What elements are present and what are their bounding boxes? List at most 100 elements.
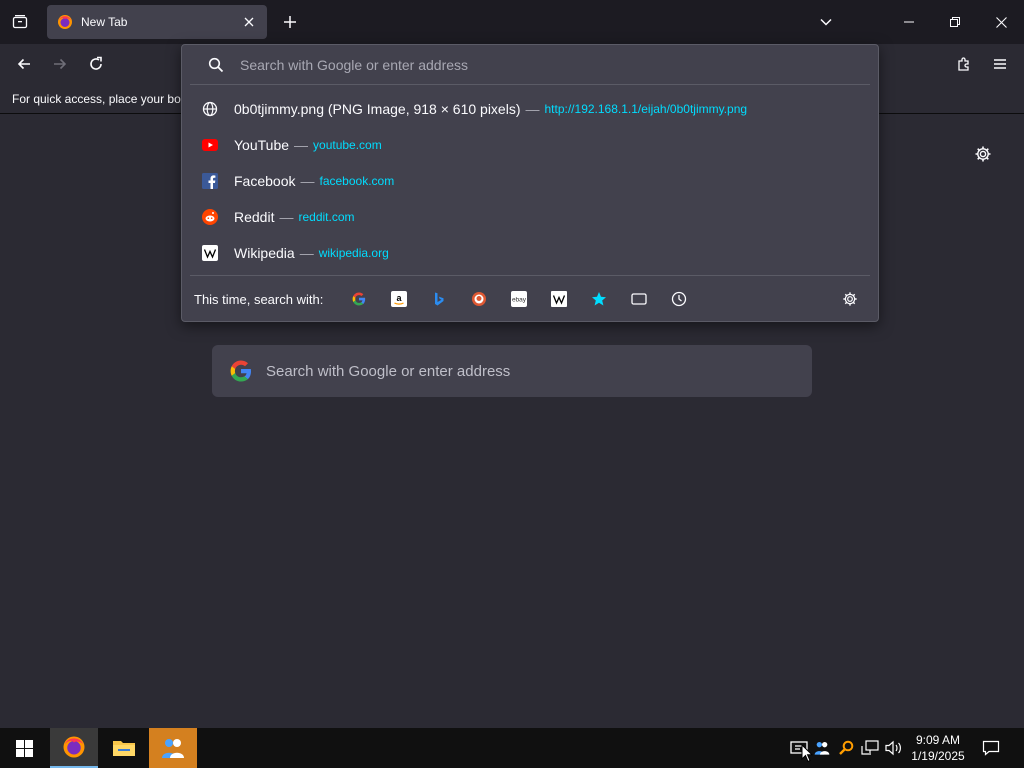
history-icon	[672, 291, 687, 307]
plus-icon	[284, 16, 296, 28]
urlbar-result-facebook[interactable]: Facebook — facebook.com	[192, 163, 868, 199]
firefox-logo-icon	[58, 15, 72, 29]
users-icon	[814, 742, 830, 755]
extensions-button[interactable]	[948, 48, 980, 80]
bookmarks-empty-message: For quick access, place your boo	[12, 92, 188, 106]
tab-close-button[interactable]	[241, 14, 257, 30]
back-button[interactable]	[8, 48, 40, 80]
result-separator: —	[299, 245, 314, 261]
folder-icon	[113, 741, 135, 756]
bing-icon	[435, 292, 444, 306]
result-title: YouTube	[234, 137, 290, 153]
one-off-search-bar: This time, search with: a ebay	[190, 275, 870, 322]
result-title: Facebook	[234, 173, 296, 189]
urlbar-dropdown: Search with Google or enter address 0b0t…	[181, 44, 879, 322]
tray-volume[interactable]	[884, 738, 904, 758]
result-url: wikipedia.org	[318, 246, 389, 260]
puzzle-icon	[958, 57, 969, 71]
minimize-icon	[904, 21, 914, 23]
reddit-icon	[202, 209, 218, 225]
wikipedia-icon	[202, 245, 218, 261]
result-url: http://192.168.1.1/eijah/0b0tjimmy.png	[544, 102, 748, 116]
taskbar-firefox[interactable]	[50, 728, 98, 768]
app-menu-button[interactable]	[984, 48, 1016, 80]
result-separator: —	[294, 137, 309, 153]
svg-text:ebay: ebay	[512, 297, 527, 304]
minimize-button[interactable]	[886, 0, 932, 44]
one-off-label: This time, search with:	[194, 291, 324, 307]
mouse-cursor-icon	[801, 744, 813, 763]
new-tab-button[interactable]	[270, 0, 310, 44]
system-clock[interactable]: 9:09 AM 1/19/2025	[906, 732, 970, 764]
restore-icon	[950, 17, 960, 27]
new-tab-search-box[interactable]: Search with Google or enter address	[212, 345, 812, 397]
result-title: Wikipedia	[234, 245, 295, 261]
result-separator: —	[525, 101, 540, 117]
tray-network[interactable]	[860, 738, 880, 758]
taskbar-file-explorer[interactable]	[100, 728, 148, 768]
engine-wikipedia-button[interactable]	[539, 283, 579, 315]
urlbar-result-wikipedia[interactable]: Wikipedia — wikipedia.org	[192, 235, 868, 271]
urlbar-placeholder: Search with Google or enter address	[240, 56, 469, 73]
magnifier-icon	[839, 740, 854, 755]
ebay-icon: ebay	[511, 291, 528, 307]
firefox-view-button[interactable]	[0, 0, 40, 44]
result-title: Reddit	[234, 209, 275, 225]
tabs-icon	[631, 293, 647, 305]
close-window-button[interactable]	[978, 0, 1024, 44]
close-icon	[995, 16, 1007, 28]
windows-logo-icon	[15, 739, 33, 757]
search-icon	[208, 57, 224, 72]
reload-button[interactable]	[80, 48, 112, 80]
search-bookmarks-button[interactable]	[579, 283, 619, 315]
result-url: youtube.com	[313, 138, 382, 152]
result-separator: —	[300, 173, 315, 189]
youtube-icon	[202, 137, 218, 153]
arrow-right-icon	[54, 58, 67, 70]
amazon-icon: a	[391, 291, 408, 307]
search-tabs-button[interactable]	[619, 283, 659, 315]
search-history-button[interactable]	[659, 283, 699, 315]
engine-bing-button[interactable]	[419, 283, 459, 315]
chevron-down-icon	[820, 18, 832, 26]
speaker-icon	[885, 740, 901, 756]
tab-title: New Tab	[81, 15, 128, 29]
taskbar-people-app[interactable]	[149, 728, 197, 768]
duckduckgo-icon	[472, 292, 487, 306]
result-separator: —	[279, 209, 294, 225]
clock-time: 9:09 AM	[915, 733, 961, 747]
page-settings-button[interactable]	[967, 138, 999, 170]
close-icon	[244, 17, 254, 27]
engine-amazon-button[interactable]: a	[379, 283, 419, 315]
urlbar-input[interactable]: Search with Google or enter address	[190, 45, 870, 85]
globe-icon	[202, 101, 218, 117]
network-icon	[861, 740, 879, 755]
new-tab-search-placeholder: Search with Google or enter address	[266, 362, 511, 380]
reload-icon	[90, 56, 102, 70]
hamburger-menu-icon	[994, 59, 1006, 69]
restore-button[interactable]	[932, 0, 978, 44]
windows-taskbar: 9:09 AM 1/19/2025	[0, 728, 1024, 768]
gear-icon	[975, 146, 991, 162]
list-all-tabs-button[interactable]	[806, 0, 846, 44]
tray-search[interactable]	[836, 738, 856, 758]
bookmarks-star-icon	[592, 292, 607, 306]
start-button[interactable]	[0, 728, 48, 768]
urlbar-result-reddit[interactable]: Reddit — reddit.com	[192, 199, 868, 235]
engine-duckduckgo-button[interactable]	[459, 283, 499, 315]
arrow-left-icon	[17, 58, 30, 70]
action-center-button[interactable]	[981, 738, 1001, 758]
gear-icon	[843, 292, 857, 306]
search-settings-button[interactable]	[830, 283, 870, 315]
forward-button[interactable]	[44, 48, 76, 80]
tab-new-tab[interactable]: New Tab	[47, 5, 267, 39]
result-title: 0b0tjimmy.png (PNG Image, 918 × 610 pixe…	[234, 101, 521, 117]
urlbar-result-youtube[interactable]: YouTube — youtube.com	[192, 127, 868, 163]
engine-google-button[interactable]	[339, 283, 379, 315]
facebook-icon	[202, 173, 218, 189]
clock-date: 1/19/2025	[911, 749, 965, 763]
urlbar-result-image[interactable]: 0b0tjimmy.png (PNG Image, 918 × 610 pixe…	[192, 91, 868, 127]
tray-people[interactable]	[812, 738, 832, 758]
users-icon	[162, 739, 184, 758]
engine-ebay-button[interactable]: ebay	[499, 283, 539, 315]
